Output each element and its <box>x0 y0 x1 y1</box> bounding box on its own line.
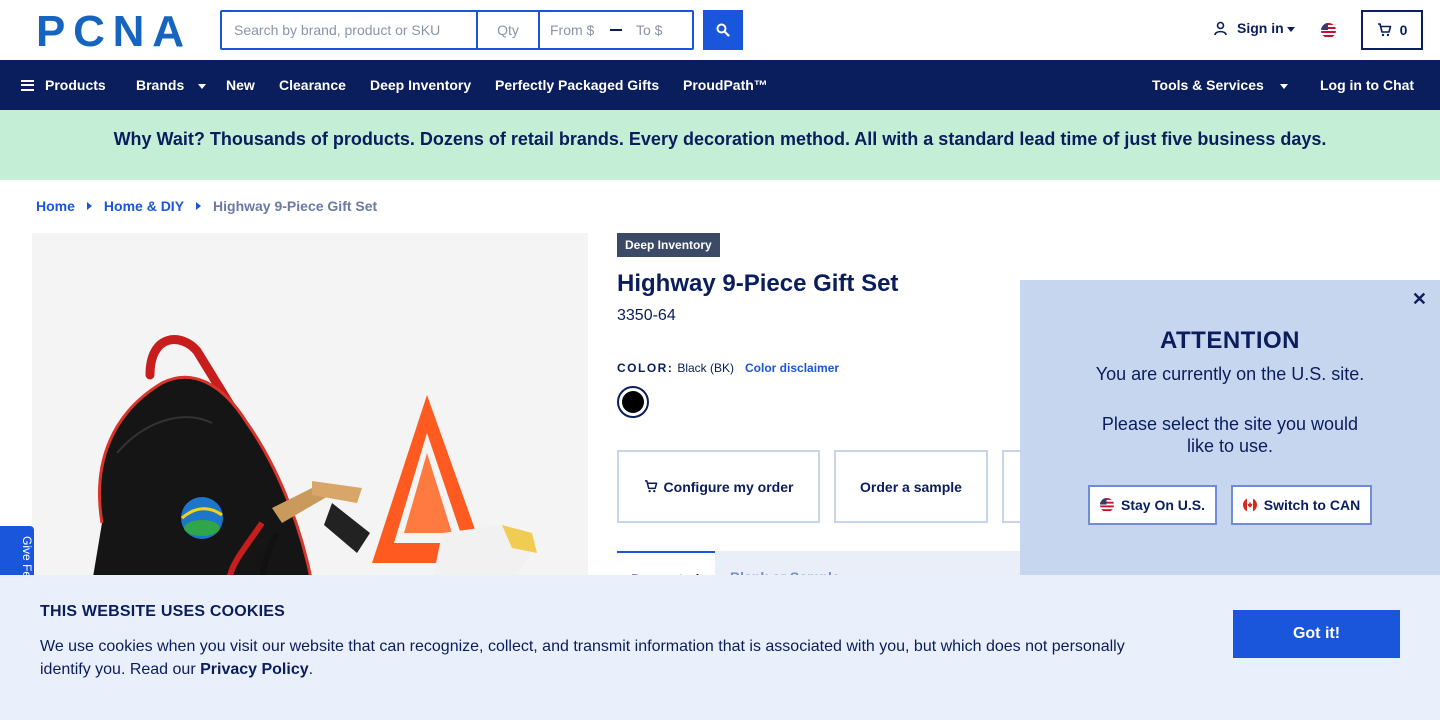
stay-on-us-label: Stay On U.S. <box>1120 497 1206 513</box>
chevron-down-icon <box>1279 83 1288 89</box>
svg-text:PCNA: PCNA <box>36 12 183 50</box>
caret-right-icon <box>196 202 202 210</box>
nav-tools-services-label: Tools & Services <box>1152 77 1264 93</box>
configure-order-button[interactable]: Configure my order <box>617 450 820 523</box>
cookie-banner: THIS WEBSITE USES COOKIES We use cookies… <box>0 575 1440 720</box>
chevron-down-icon <box>198 83 207 89</box>
color-swatch-black[interactable] <box>617 386 649 418</box>
color-label: COLOR: <box>617 361 674 375</box>
hamburger-icon <box>21 79 34 91</box>
configure-order-label: Configure my order <box>663 478 794 495</box>
site-header: PCNA ™ Sign in <box>0 0 1440 60</box>
nav-clearance[interactable]: Clearance <box>279 60 346 110</box>
nav-log-in-chat[interactable]: Log in to Chat <box>1320 60 1414 110</box>
svg-text:™: ™ <box>176 44 182 50</box>
product-title: Highway 9-Piece Gift Set <box>617 270 899 297</box>
deep-inventory-badge: Deep Inventory <box>617 233 720 257</box>
nav-proudpath[interactable]: ProudPath™ <box>683 60 768 110</box>
nav-perfectly-packaged-gifts[interactable]: Perfectly Packaged Gifts <box>495 60 659 110</box>
pcna-logo[interactable]: PCNA ™ <box>36 12 186 50</box>
switch-to-can-button[interactable]: Switch to CAN <box>1231 485 1372 525</box>
nav-brands-label: Brands <box>136 77 185 93</box>
got-it-button[interactable]: Got it! <box>1233 610 1400 658</box>
breadcrumb: Home Home & DIY Highway 9-Piece Gift Set <box>36 198 377 214</box>
order-sample-button[interactable]: Order a sample <box>834 450 988 523</box>
switch-to-can-label: Switch to CAN <box>1263 497 1361 513</box>
modal-current-site-text: You are currently on the U.S. site. <box>1095 364 1365 384</box>
product-sku: 3350-64 <box>617 307 676 324</box>
nav-new[interactable]: New <box>226 60 255 110</box>
search-group <box>220 10 694 50</box>
user-icon <box>1214 21 1227 35</box>
canada-flag-icon <box>1242 498 1257 512</box>
breadcrumb-category[interactable]: Home & DIY <box>104 198 184 214</box>
promo-banner-text: Why Wait? Thousands of products. Dozens … <box>113 129 1327 149</box>
breadcrumb-current: Highway 9-Piece Gift Set <box>213 198 378 214</box>
search-icon <box>716 23 730 37</box>
us-flag-icon <box>1099 498 1114 512</box>
main-nav: Products Brands New Clearance Deep Inven… <box>0 60 1440 110</box>
color-disclaimer-link[interactable]: Color disclaimer <box>745 361 839 375</box>
cart-icon <box>1377 23 1391 37</box>
cart-button[interactable]: 0 <box>1361 10 1423 50</box>
cart-icon <box>644 480 657 493</box>
nav-tools-services[interactable]: Tools & Services <box>1152 60 1288 110</box>
cookie-title: THIS WEBSITE USES COOKIES <box>40 603 286 620</box>
cookie-text-end: . <box>308 661 314 678</box>
modal-select-site-text: Please select the site you would like to… <box>1101 414 1359 456</box>
privacy-policy-link[interactable]: Privacy Policy <box>200 661 309 678</box>
qty-input[interactable] <box>478 12 540 48</box>
price-from-input[interactable] <box>540 12 606 48</box>
nav-products[interactable]: Products <box>21 60 106 110</box>
site-selection-modal: ✕ ATTENTION You are currently on the U.S… <box>1020 280 1440 580</box>
nav-deep-inventory[interactable]: Deep Inventory <box>370 60 471 110</box>
nav-brands[interactable]: Brands <box>136 60 207 110</box>
sign-in-label: Sign in <box>1237 20 1284 36</box>
logo-graphic: PCNA ™ <box>36 12 186 50</box>
us-flag-icon[interactable] <box>1321 23 1336 38</box>
price-to-input[interactable] <box>626 12 692 48</box>
price-range <box>540 12 692 48</box>
stay-on-us-button[interactable]: Stay On U.S. <box>1088 485 1217 525</box>
cart-count: 0 <box>1399 22 1408 38</box>
search-button[interactable] <box>703 10 743 50</box>
price-dash <box>610 29 622 31</box>
order-sample-label: Order a sample <box>860 478 962 495</box>
breadcrumb-home[interactable]: Home <box>36 198 75 214</box>
color-row: COLOR: Black (BK) Color disclaimer <box>617 361 839 375</box>
caret-right-icon <box>86 202 92 210</box>
chevron-down-icon <box>1286 26 1295 32</box>
modal-title: ATTENTION <box>1159 327 1301 354</box>
close-icon[interactable]: ✕ <box>1412 289 1427 310</box>
cookie-text: We use cookies when you visit our websit… <box>40 635 1150 681</box>
sign-in-button[interactable]: Sign in <box>1213 20 1295 36</box>
promo-banner: Why Wait? Thousands of products. Dozens … <box>0 110 1440 180</box>
search-input[interactable] <box>222 12 478 48</box>
swatch-fill <box>622 391 644 413</box>
color-value: Black (BK) <box>677 361 735 375</box>
nav-products-label: Products <box>45 77 106 93</box>
